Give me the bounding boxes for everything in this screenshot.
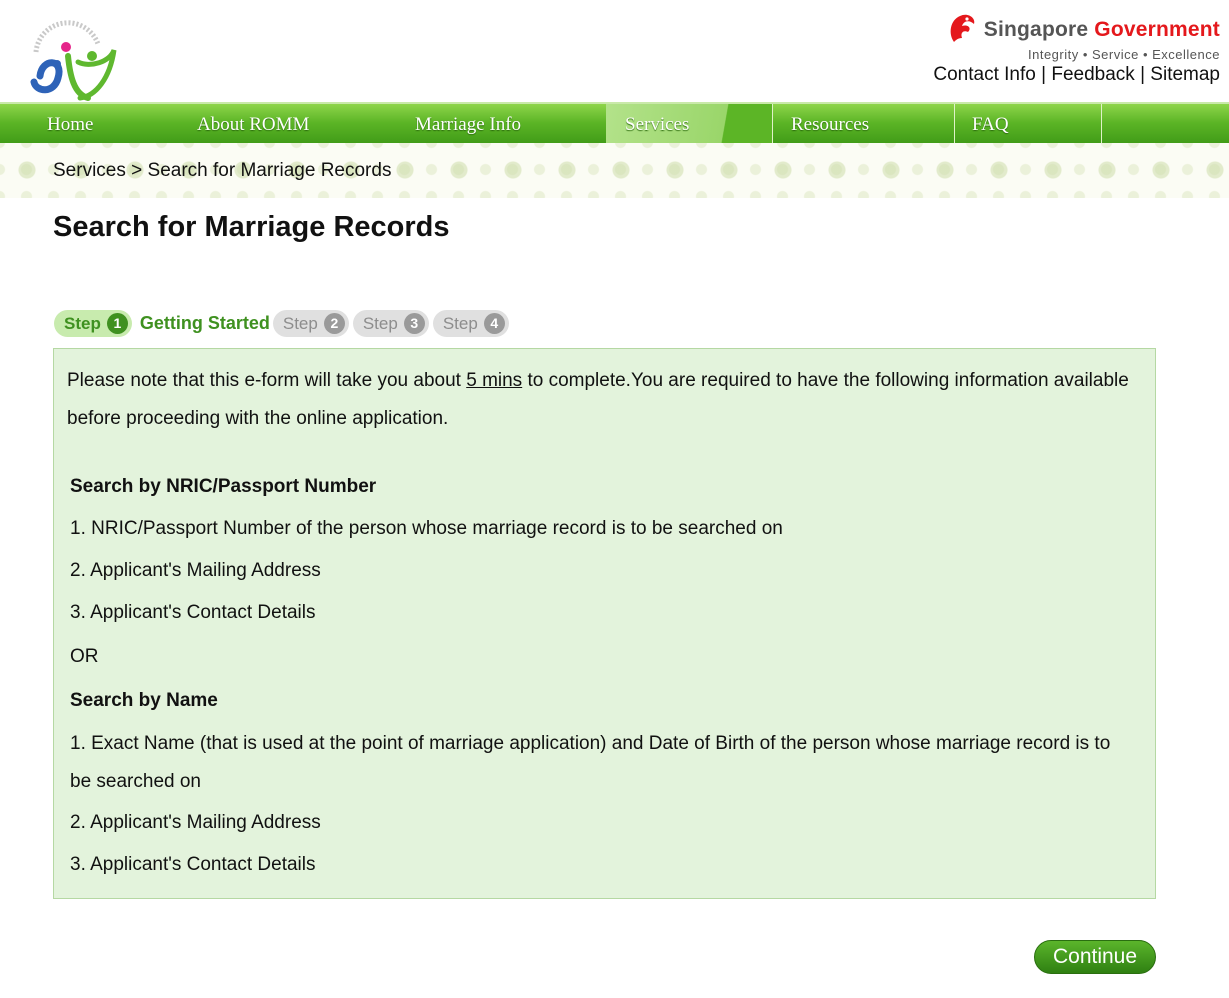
step-2-pill: Step 2 xyxy=(272,310,349,337)
nric-heading: Search by NRIC/Passport Number xyxy=(70,476,377,497)
name-item-3: 3. Applicant's Contact Details xyxy=(70,854,316,875)
contact-info-link[interactable]: Contact Info xyxy=(933,64,1035,85)
main-nav: Home About ROMM Marriage Info Services R… xyxy=(0,102,1229,145)
step-2-number: 2 xyxy=(323,313,345,334)
name-item-1: 1. Exact Name (that is used at the point… xyxy=(70,733,1111,792)
link-separator: | xyxy=(1035,64,1052,85)
info-box: Please note that this e-form will take y… xyxy=(53,348,1156,899)
breadcrumb-services[interactable]: Services xyxy=(53,160,126,181)
nav-faq[interactable]: FAQ xyxy=(955,104,1102,145)
nav-resources-label: Resources xyxy=(791,113,870,135)
gov-block: Singapore Government Integrity • Service… xyxy=(933,10,1220,86)
step-3-number: 3 xyxy=(403,313,425,334)
step-4-pill: Step 4 xyxy=(432,310,509,337)
gov-motto: Integrity • Service • Excellence xyxy=(1027,47,1220,62)
step-word: Step xyxy=(362,313,398,333)
nav-faq-label: FAQ xyxy=(972,113,1009,135)
step-1-number: 1 xyxy=(106,313,128,334)
nric-item-2: 2. Applicant's Mailing Address xyxy=(70,560,321,581)
intro-duration: 5 mins xyxy=(466,370,523,391)
step-word: Step xyxy=(282,313,318,333)
or-divider: OR xyxy=(70,646,99,667)
step-indicator: Step 1 Getting Started Step 2 Step 3 Step 4 xyxy=(54,309,513,338)
link-separator: | xyxy=(1134,64,1151,85)
nav-about-label: About ROMM xyxy=(197,113,310,135)
breadcrumb-separator: > xyxy=(125,160,148,181)
intro-text: Please note that this e-form will take y… xyxy=(67,362,1137,438)
gov-name-singapore: Singapore xyxy=(983,17,1089,41)
step-word: Step xyxy=(442,313,478,333)
page-title: Search for Marriage Records xyxy=(53,211,450,243)
nric-item-3: 3. Applicant's Contact Details xyxy=(70,602,316,623)
sitemap-link[interactable]: Sitemap xyxy=(1150,64,1220,85)
feedback-link[interactable]: Feedback xyxy=(1051,64,1134,85)
step-1-pill: Step 1 xyxy=(54,310,132,337)
gov-name: Singapore Government xyxy=(983,17,1220,41)
breadcrumb-current: Search for Marriage Records xyxy=(147,160,392,181)
nav-home-label: Home xyxy=(47,113,94,135)
header-links: Contact Info | Feedback | Sitemap xyxy=(933,64,1220,86)
continue-button[interactable]: Continue xyxy=(1034,940,1156,974)
nav-about-romm[interactable]: About ROMM xyxy=(176,104,395,145)
merlion-icon xyxy=(946,10,978,49)
nav-resources[interactable]: Resources xyxy=(773,104,955,145)
nav-services-label: Services xyxy=(625,113,690,135)
nav-home[interactable]: Home xyxy=(0,104,176,145)
step-1-label: Getting Started xyxy=(139,313,270,333)
step-word: Step xyxy=(64,313,101,333)
nric-item-1: 1. NRIC/Passport Number of the person wh… xyxy=(70,518,783,539)
step-3-pill: Step 3 xyxy=(352,310,429,337)
nav-services[interactable]: Services xyxy=(606,104,773,145)
name-item-2: 2. Applicant's Mailing Address xyxy=(70,812,321,833)
step-4-number: 4 xyxy=(483,313,505,334)
breadcrumb: Services > Search for Marriage Records xyxy=(53,160,391,182)
gov-name-government: Government xyxy=(1094,17,1220,41)
name-heading: Search by Name xyxy=(70,690,218,711)
romm-logo-icon[interactable] xyxy=(18,16,118,106)
intro-pre: Please note that this e-form will take y… xyxy=(67,370,467,391)
nav-marriage-info-label: Marriage Info xyxy=(415,113,522,135)
nav-marriage-info[interactable]: Marriage Info xyxy=(395,104,606,145)
